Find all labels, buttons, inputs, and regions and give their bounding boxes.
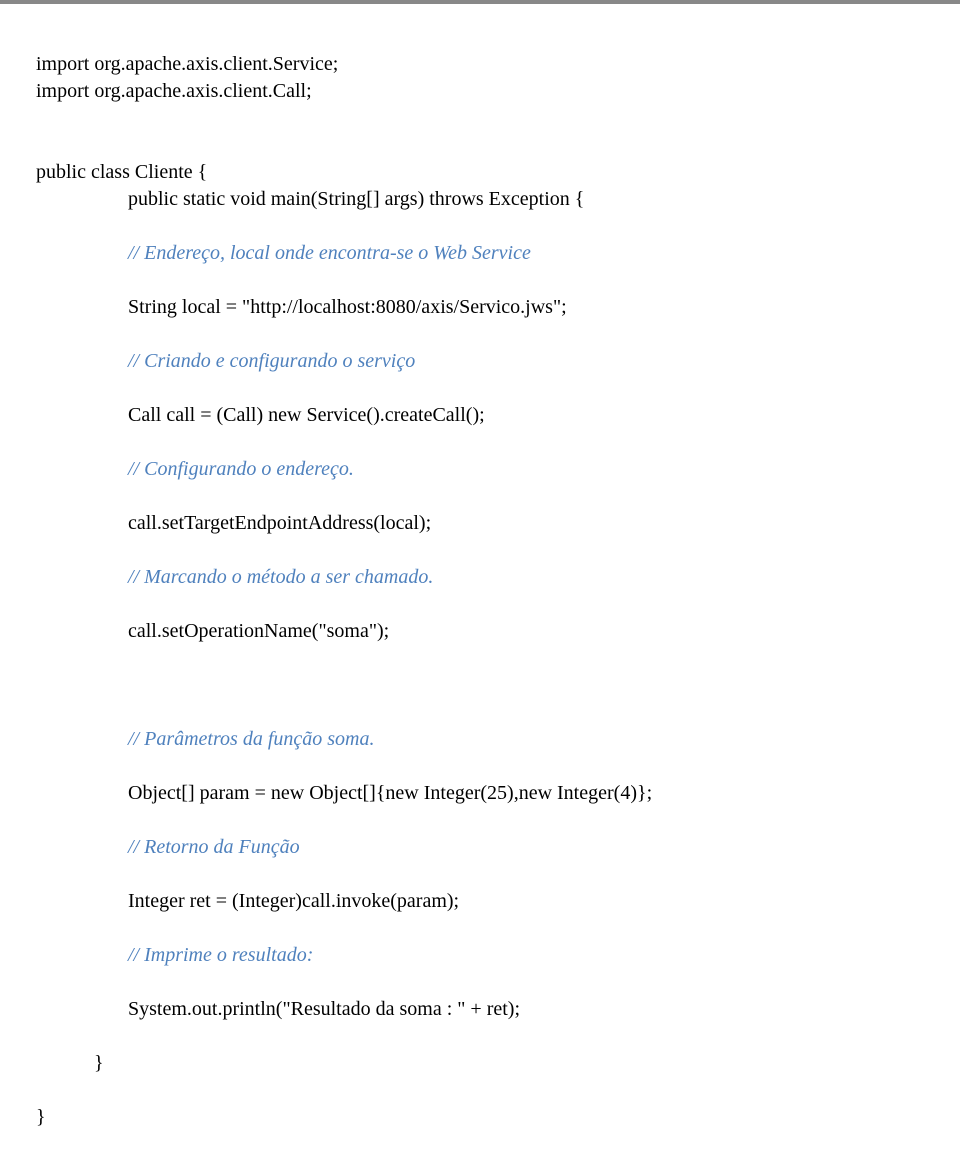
- code-comment: // Configurando o endereço.: [36, 456, 930, 483]
- blank-line: [36, 105, 930, 132]
- code-comment: // Marcando o método a ser chamado.: [36, 564, 930, 591]
- code-line: public class Cliente {: [36, 161, 207, 183]
- code-line: import org.apache.axis.client.Call;: [36, 80, 312, 102]
- code-line: Call call = (Call) new Service().createC…: [36, 402, 930, 429]
- code-block: import org.apache.axis.client.Service; i…: [36, 24, 930, 1158]
- code-line: public static void main(String[] args) t…: [36, 186, 930, 213]
- code-line: Object[] param = new Object[]{new Intege…: [36, 780, 930, 807]
- code-comment: // Retorno da Função: [36, 834, 930, 861]
- code-comment: // Criando e configurando o serviço: [36, 348, 930, 375]
- code-line: call.setOperationName("soma");: [36, 618, 930, 645]
- code-line: }: [36, 1050, 930, 1077]
- code-line: call.setTargetEndpointAddress(local);: [36, 510, 930, 537]
- code-line: System.out.println("Resultado da soma : …: [36, 996, 930, 1023]
- slide-content: import org.apache.axis.client.Service; i…: [0, 0, 960, 696]
- code-comment: // Parâmetros da função soma.: [36, 726, 930, 753]
- code-comment: // Imprime o resultado:: [36, 942, 930, 969]
- blank-line: [36, 672, 930, 699]
- code-line: Integer ret = (Integer)call.invoke(param…: [36, 888, 930, 915]
- code-line: String local = "http://localhost:8080/ax…: [36, 294, 930, 321]
- code-line: import org.apache.axis.client.Service;: [36, 53, 338, 75]
- code-comment: // Endereço, local onde encontra-se o We…: [36, 240, 930, 267]
- code-line: }: [36, 1106, 46, 1128]
